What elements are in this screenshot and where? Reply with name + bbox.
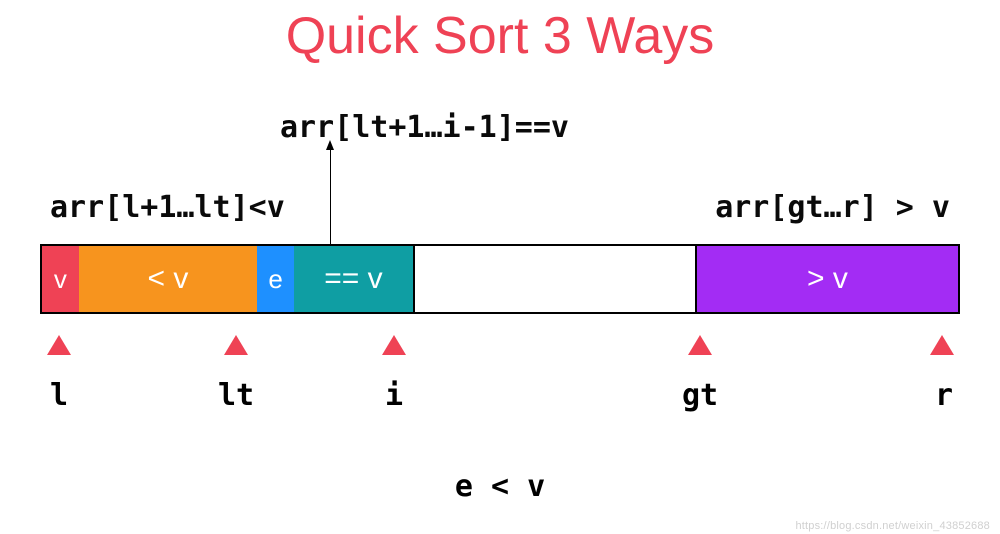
pointer-lt-label: lt xyxy=(218,378,254,413)
annotation-greater-region: arr[gt…r] > v xyxy=(715,190,950,225)
segment-equal: == v xyxy=(294,246,413,312)
annotation-equal-region: arr[lt+1…i-1]==v xyxy=(280,110,569,145)
page-title: Quick Sort 3 Ways xyxy=(0,6,1000,66)
pointer-gt-icon xyxy=(688,335,712,355)
condition-label: e < v xyxy=(0,469,1000,504)
segment-pivot: v xyxy=(42,246,79,312)
annotation-less-region: arr[l+1…lt]<v xyxy=(50,190,285,225)
array-bar: v < v e == v > v xyxy=(40,244,960,314)
pointer-gt-label: gt xyxy=(682,378,718,413)
pointer-l-icon xyxy=(47,335,71,355)
pointer-l-label: l xyxy=(50,378,68,413)
watermark: https://blog.csdn.net/weixin_43852688 xyxy=(795,520,990,532)
pointer-r-icon xyxy=(930,335,954,355)
segment-greater: > v xyxy=(697,246,958,312)
segment-current: e xyxy=(257,246,294,312)
pointer-i-label: i xyxy=(385,378,403,413)
pointer-i-icon xyxy=(382,335,406,355)
pointer-r-label: r xyxy=(935,378,953,413)
pointer-lt-icon xyxy=(224,335,248,355)
arrow-up-icon xyxy=(330,148,331,244)
segment-unseen xyxy=(413,246,697,312)
segment-less: < v xyxy=(79,246,258,312)
